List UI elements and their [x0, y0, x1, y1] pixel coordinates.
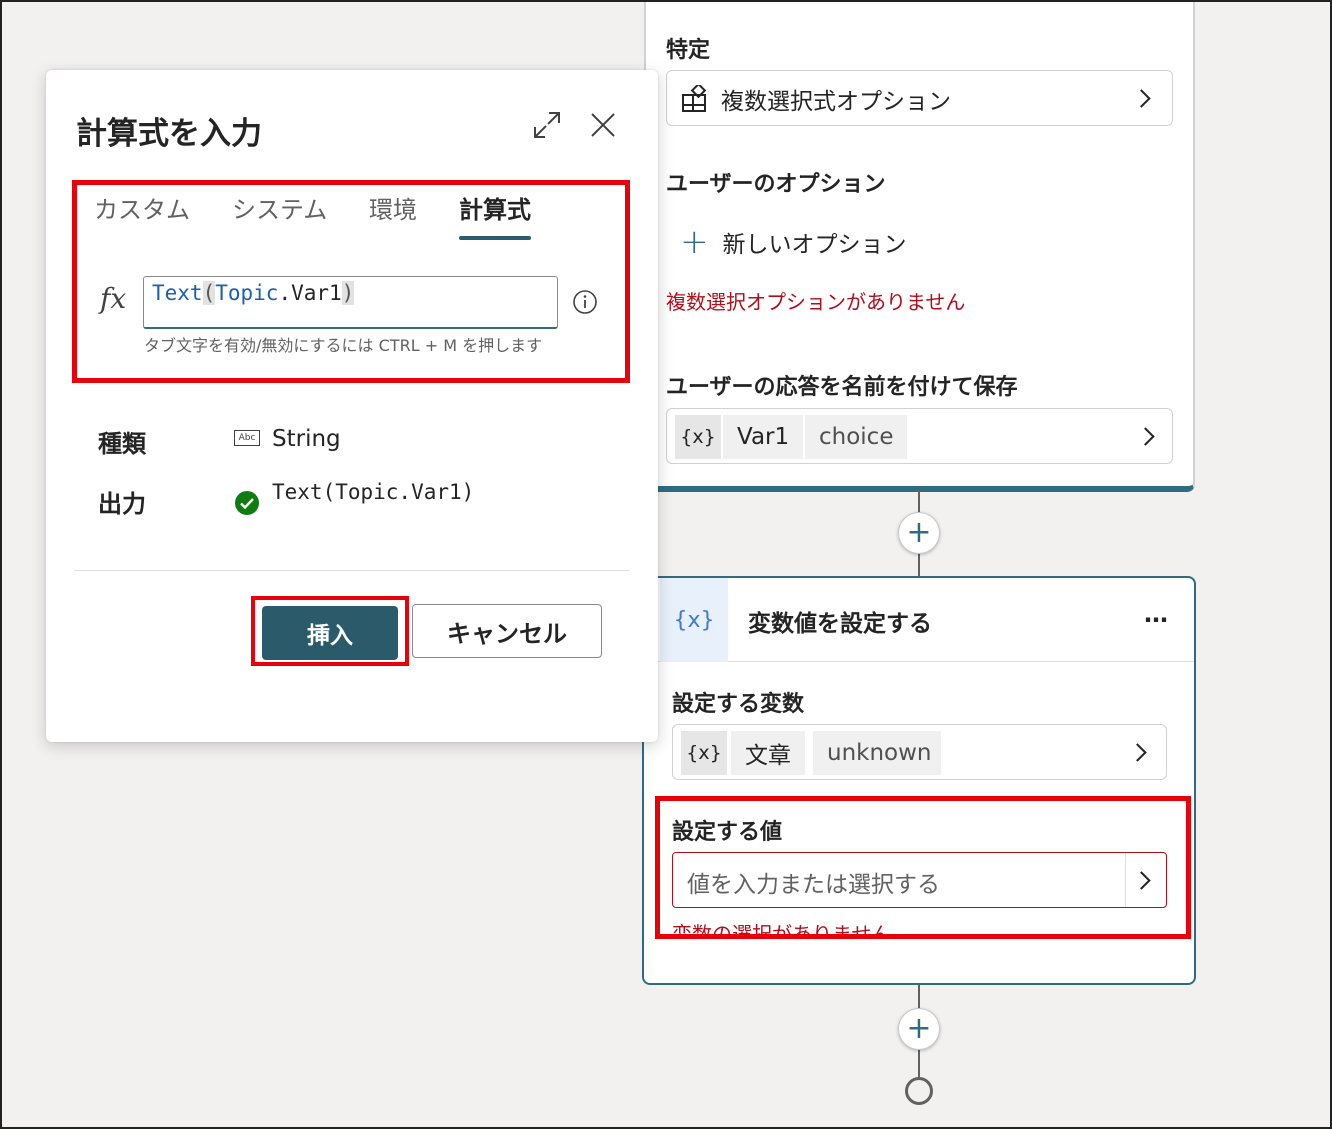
value-to-set-label: 設定する値	[672, 820, 783, 845]
insert-button[interactable]: 挿入	[262, 606, 398, 660]
set-variable-node-card[interactable]: {x} 変数値を設定する … 設定する変数 {x} 文章 unknown 設定す…	[642, 576, 1196, 985]
fx-icon: fx	[100, 282, 127, 315]
info-icon[interactable]	[572, 289, 598, 315]
plus-icon: +	[906, 1011, 932, 1046]
formula-close-paren: )	[341, 281, 355, 305]
save-response-variable-selector[interactable]: {x} Var1 choice	[666, 408, 1173, 464]
variable-name: Var1	[723, 415, 804, 459]
chevron-right-icon	[1132, 871, 1151, 890]
variable-node-icon: {x}	[660, 578, 728, 662]
value-placeholder: 値を入力または選択する	[687, 872, 940, 898]
close-icon[interactable]	[588, 110, 618, 140]
add-node-button[interactable]: +	[898, 512, 940, 554]
variable-to-set-label: 設定する変数	[672, 692, 805, 717]
active-tab-indicator	[459, 236, 531, 240]
no-options-error: 複数選択オプションがありません	[666, 290, 966, 314]
dialog-title: 計算式を入力	[76, 116, 262, 152]
card-header: {x} 変数値を設定する …	[644, 578, 1194, 662]
chevron-right-icon	[1132, 89, 1151, 108]
formula-arg-field: .Var1	[278, 281, 342, 305]
more-options-button[interactable]: …	[1144, 600, 1169, 628]
user-options-label: ユーザーのオプション	[666, 172, 886, 197]
card-title: 変数値を設定する	[748, 611, 932, 637]
formula-function: Text	[152, 281, 203, 305]
flow-end-node	[905, 1077, 933, 1105]
formula-dialog: 計算式を入力 カスタム システム 環境 計算式 fx Text(Topic.Va…	[46, 70, 658, 742]
tab-environment[interactable]: 環境	[369, 190, 417, 225]
variable-name: 文章	[731, 731, 805, 775]
chevron-right-icon	[1136, 427, 1155, 446]
plus-icon: +	[906, 515, 932, 550]
identify-selector[interactable]: 複数選択式オプション	[666, 70, 1173, 126]
entity-options-icon	[681, 82, 709, 113]
type-label: 種類	[98, 430, 146, 458]
tab-formula[interactable]: 計算式	[459, 190, 531, 225]
type-value: String	[272, 426, 341, 452]
cancel-button[interactable]: キャンセル	[412, 604, 602, 658]
expand-icon[interactable]	[532, 110, 562, 140]
question-node-card[interactable]: 特定 複数選択式オプション ユーザーのオプション + 新しいオプション 複数選択…	[644, 0, 1195, 492]
variable-icon: {x}	[675, 415, 721, 459]
formula-arg-object: Topic	[215, 281, 279, 305]
formula-hint: タブ文字を有効/無効にするには CTRL + M を押します	[144, 336, 543, 355]
new-option-button[interactable]: + 新しいオプション	[680, 222, 907, 262]
variable-selector[interactable]: {x} 文章 unknown	[672, 724, 1167, 780]
add-node-button[interactable]: +	[898, 1008, 940, 1050]
output-value: Text(Topic.Var1)	[272, 480, 475, 504]
chevron-right-icon	[1128, 743, 1147, 762]
new-option-label: 新しいオプション	[722, 232, 907, 258]
formula-input[interactable]: Text(Topic.Var1)	[143, 276, 558, 329]
identify-value: 複数選択式オプション	[721, 89, 951, 115]
tab-custom[interactable]: カスタム	[94, 190, 190, 225]
output-label: 出力	[98, 490, 146, 518]
value-error: 変数の選択がありません	[672, 922, 892, 934]
variable-type: unknown	[813, 731, 941, 775]
save-response-label: ユーザーの応答を名前を付けて保存	[666, 375, 1018, 400]
tab-system[interactable]: システム	[232, 190, 327, 225]
value-input[interactable]: 値を入力または選択する	[672, 852, 1167, 908]
abc-type-icon: Abc	[234, 430, 260, 446]
value-error-clip: 変数の選択がありません	[672, 918, 912, 934]
variable-icon: {x}	[681, 731, 727, 775]
plus-icon: +	[680, 222, 709, 262]
divider	[1125, 853, 1126, 907]
identify-label: 特定	[666, 38, 711, 63]
dialog-divider	[74, 570, 630, 571]
check-circle-icon	[234, 490, 260, 516]
formula-open-paren: (	[202, 281, 216, 305]
variable-type: choice	[805, 415, 907, 459]
